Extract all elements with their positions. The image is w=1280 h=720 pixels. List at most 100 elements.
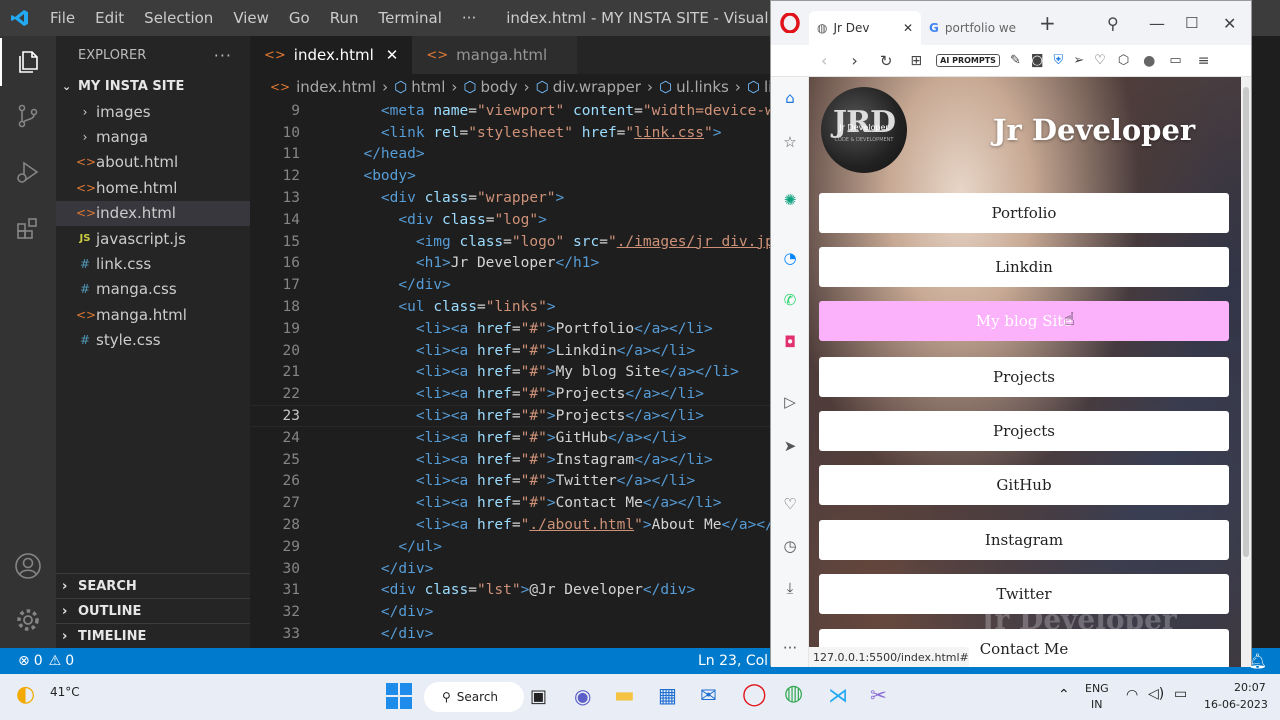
- run-debug-icon[interactable]: [0, 148, 56, 196]
- error-icon[interactable]: ⊗: [18, 653, 30, 669]
- code-line[interactable]: 16 <h1>Jr Developer</h1>: [250, 253, 770, 275]
- clock-time[interactable]: 20:07: [1234, 681, 1266, 694]
- extensions-icon[interactable]: [0, 204, 56, 252]
- code-line[interactable]: 23 <li><a href="#">Projects</a></li>: [250, 405, 770, 427]
- warning-icon[interactable]: ⚠: [49, 653, 62, 669]
- windows-start-icon[interactable]: [386, 683, 412, 709]
- tree-item-manga-html[interactable]: <> manga.html: [56, 302, 250, 327]
- menu-edit[interactable]: Edit: [85, 9, 134, 27]
- code-line[interactable]: 28 <li><a href="./about.html">About Me</…: [250, 514, 770, 536]
- chevron-up-icon[interactable]: ⌃: [1058, 687, 1070, 703]
- ai-prompts-button[interactable]: AI PROMPTS: [936, 54, 1000, 67]
- code-line[interactable]: 22 <li><a href="#">Projects</a></li>: [250, 383, 770, 405]
- explorer-icon[interactable]: [0, 38, 56, 86]
- player-icon[interactable]: ▷: [771, 387, 809, 417]
- new-tab-plus-icon[interactable]: +: [1039, 11, 1056, 35]
- menu-terminal[interactable]: Terminal: [369, 9, 452, 27]
- volume-icon[interactable]: ◁): [1148, 686, 1164, 702]
- history-clock-icon[interactable]: ◷: [771, 531, 809, 561]
- code-line[interactable]: 31 <div class="lst">@Jr Developer</div>: [250, 580, 770, 602]
- language-primary[interactable]: ENG: [1085, 682, 1109, 695]
- code-line[interactable]: 27 <li><a href="#">Contact Me</a></li>: [250, 492, 770, 514]
- cursor-position[interactable]: Ln 23, Col 4: [698, 653, 781, 669]
- code-editor[interactable]: 9 <meta name="viewport" content="width=d…: [250, 100, 770, 648]
- speed-dial-icon[interactable]: ⊞: [910, 53, 922, 69]
- warning-count[interactable]: 0: [65, 653, 74, 669]
- reload-icon[interactable]: ↻: [880, 52, 893, 70]
- tree-item-images[interactable]: › images: [56, 99, 250, 124]
- browser-tab-active[interactable]: ◍ Jr Dev ✕: [809, 11, 921, 45]
- minimize-icon[interactable]: —: [1149, 14, 1165, 33]
- account-icon[interactable]: [0, 542, 56, 590]
- breadcrumb-item[interactable]: ul.links: [676, 78, 729, 96]
- code-line[interactable]: 21 <li><a href="#">My blog Site</a></li>: [250, 362, 770, 384]
- code-line[interactable]: 18 <ul class="links">: [250, 296, 770, 318]
- tree-item-manga[interactable]: › manga: [56, 124, 250, 149]
- tab-manga-html[interactable]: <> manga.html: [412, 36, 578, 74]
- weather-temp[interactable]: 41°C: [50, 685, 80, 699]
- tab-index-html[interactable]: <> index.html ✕: [250, 36, 413, 74]
- menu-selection[interactable]: Selection: [134, 9, 223, 27]
- forward-icon[interactable]: ›: [851, 51, 857, 70]
- cube-icon[interactable]: ⬡: [1118, 53, 1129, 68]
- instagram-icon[interactable]: ◘: [771, 327, 809, 357]
- battery-saver-icon[interactable]: ▭: [1169, 53, 1181, 68]
- edit-icon[interactable]: ✎: [1010, 53, 1021, 68]
- tree-item-home-html[interactable]: <> home.html: [56, 175, 250, 200]
- snipping-tool-icon[interactable]: ✂: [870, 683, 887, 707]
- menu-icon[interactable]: ≡: [1198, 53, 1210, 69]
- code-line[interactable]: 33 </div>: [250, 623, 770, 645]
- vscode-logo-icon[interactable]: [0, 0, 40, 36]
- menu-more[interactable]: ···: [452, 9, 486, 27]
- flow-icon[interactable]: ➤: [771, 431, 809, 461]
- maximize-icon[interactable]: ☐: [1185, 14, 1198, 32]
- timeline-section[interactable]: › TIMELINE: [56, 623, 250, 648]
- page-scrollbar[interactable]: [1241, 77, 1251, 667]
- breadcrumb-item[interactable]: html: [411, 78, 445, 96]
- code-line[interactable]: 24 <li><a href="#">GitHub</a></li>: [250, 427, 770, 449]
- nav-link-projects[interactable]: Projects: [819, 357, 1229, 397]
- code-line[interactable]: 9 <meta name="viewport" content="width=d…: [250, 100, 770, 122]
- tree-item-javascript-js[interactable]: JS javascript.js: [56, 226, 250, 251]
- nav-link-twitter[interactable]: Twitter: [819, 574, 1229, 614]
- project-root[interactable]: ⌄ MY INSTA SITE: [56, 74, 250, 99]
- close-window-icon[interactable]: ✕: [1223, 14, 1236, 33]
- favorites-heart-icon[interactable]: ♡: [771, 489, 809, 519]
- pinboard-icon[interactable]: ☆: [771, 127, 809, 157]
- tree-item-style-css[interactable]: # style.css: [56, 328, 250, 353]
- store-icon[interactable]: ▦: [658, 683, 677, 707]
- breadcrumb-item[interactable]: div.wrapper: [553, 78, 641, 96]
- nav-link-my-blog-site[interactable]: My blog Site: [819, 301, 1229, 341]
- camera-icon[interactable]: ◙: [1031, 53, 1044, 68]
- explorer-more-icon[interactable]: ···: [214, 46, 232, 65]
- nav-link-linkdin[interactable]: Linkdin: [819, 247, 1229, 287]
- file-explorer-icon[interactable]: ▬: [614, 683, 635, 708]
- weather-icon[interactable]: ◐: [16, 682, 35, 707]
- whatsapp-icon[interactable]: ✆: [771, 285, 809, 315]
- battery-icon[interactable]: ▭: [1174, 686, 1187, 702]
- nav-link-github[interactable]: GitHub: [819, 465, 1229, 505]
- sidebar-more-icon[interactable]: ···: [771, 633, 809, 663]
- vscode-taskbar-icon[interactable]: ⋊: [828, 683, 848, 707]
- code-line[interactable]: 11 </head>: [250, 144, 770, 166]
- shield-icon[interactable]: ⛨: [1053, 53, 1063, 68]
- teams-icon[interactable]: ◉: [574, 684, 591, 708]
- send-icon[interactable]: ➢: [1073, 53, 1084, 68]
- code-line[interactable]: 29 </ul>: [250, 536, 770, 558]
- code-line[interactable]: 19 <li><a href="#">Portfolio</a></li>: [250, 318, 770, 340]
- opera-logo-icon[interactable]: [771, 1, 809, 45]
- opera-taskbar-icon[interactable]: ◯: [742, 682, 767, 707]
- browser-tab-inactive[interactable]: G portfolio we: [921, 11, 1033, 45]
- tree-item-link-css[interactable]: # link.css: [56, 251, 250, 276]
- chatgpt-icon[interactable]: ✺: [771, 185, 809, 215]
- scrollbar-thumb[interactable]: [1243, 87, 1249, 557]
- tree-item-about-html[interactable]: <> about.html: [56, 150, 250, 175]
- home-icon[interactable]: ⌂: [771, 83, 809, 113]
- download-icon[interactable]: ⤓: [771, 573, 809, 603]
- chrome-icon[interactable]: ◍: [784, 681, 803, 706]
- profile-icon[interactable]: ●: [1143, 53, 1155, 69]
- taskbar-search[interactable]: ⚲ Search: [424, 682, 524, 712]
- breadcrumb-item[interactable]: index.html: [296, 78, 376, 96]
- search-section[interactable]: › SEARCH: [56, 573, 250, 598]
- breadcrumb-item[interactable]: body: [480, 78, 517, 96]
